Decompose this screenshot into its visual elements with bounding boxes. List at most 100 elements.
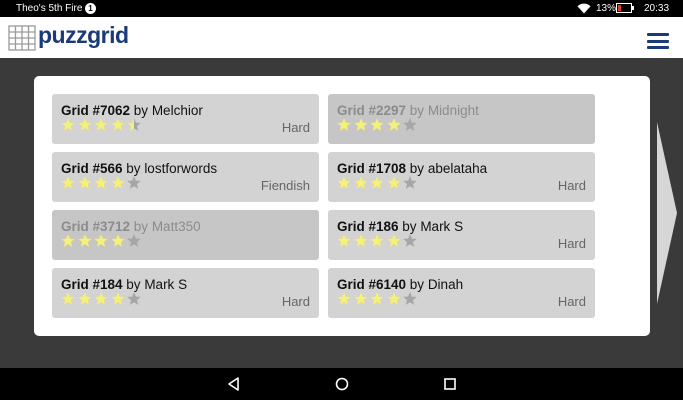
star-rating bbox=[60, 117, 143, 133]
home-icon[interactable] bbox=[334, 376, 350, 392]
star-filled-icon bbox=[94, 292, 108, 305]
grid-title: Grid #1708 by abelataha bbox=[337, 161, 487, 176]
logo-text: puzzgrid bbox=[38, 22, 129, 48]
grid-author: Mark S bbox=[144, 277, 188, 292]
star-filled-icon bbox=[337, 234, 351, 247]
grid-number: Grid #7062 bbox=[61, 103, 131, 118]
star-filled-icon bbox=[370, 292, 384, 305]
status-bar: Theo's 5th Fire 1 13% 20:33 bbox=[0, 0, 683, 17]
star-empty-icon bbox=[403, 118, 417, 131]
grid-by: by bbox=[406, 277, 428, 292]
grid-tile[interactable]: Grid #566 by lostforwords Fiendish bbox=[52, 152, 319, 202]
grid-difficulty: Hard bbox=[557, 178, 586, 193]
star-filled-icon bbox=[61, 118, 75, 131]
star-filled-icon bbox=[77, 176, 92, 189]
star-filled-icon bbox=[370, 176, 384, 189]
grid-author: Melchior bbox=[151, 103, 203, 118]
back-icon[interactable] bbox=[226, 376, 242, 392]
star-empty-icon bbox=[127, 234, 141, 247]
grid-by: by bbox=[130, 219, 152, 234]
grid-number: Grid #566 bbox=[61, 161, 123, 176]
star-filled-icon bbox=[110, 234, 125, 247]
grid-tile[interactable]: Grid #184 by Mark S Hard bbox=[52, 268, 319, 318]
star-empty-icon bbox=[403, 234, 417, 247]
star-rating bbox=[60, 175, 143, 191]
logo-grid-icon bbox=[8, 25, 36, 51]
notification-count-badge: 1 bbox=[85, 3, 96, 14]
clock: 20:33 bbox=[644, 3, 670, 14]
grid-number: Grid #2297 bbox=[337, 103, 407, 118]
grid-author: abelataha bbox=[427, 161, 488, 176]
star-filled-icon bbox=[386, 176, 401, 189]
grid-number: Grid #184 bbox=[61, 277, 123, 292]
star-filled-icon bbox=[61, 176, 75, 189]
grid-author: Dinah bbox=[427, 277, 464, 292]
grid-title: Grid #566 by lostforwords bbox=[61, 161, 217, 176]
star-rating bbox=[60, 233, 143, 249]
grid-difficulty: Hard bbox=[557, 236, 586, 251]
grid-author: Midnight bbox=[427, 103, 479, 118]
app-bar: puzzgrid bbox=[0, 17, 683, 58]
grid-by: by bbox=[130, 103, 152, 118]
star-filled-icon bbox=[386, 234, 401, 247]
grid-tile[interactable]: Grid #6140 by Dinah Hard bbox=[328, 268, 595, 318]
grid-title: Grid #184 by Mark S bbox=[61, 277, 187, 292]
grid-tile[interactable]: Grid #7062 by Melchior Hard bbox=[52, 94, 319, 144]
star-rating bbox=[336, 175, 419, 191]
star-filled-icon bbox=[77, 234, 92, 247]
star-filled-icon bbox=[77, 292, 92, 305]
navigation-bar bbox=[0, 368, 683, 400]
grid-number: Grid #1708 bbox=[337, 161, 407, 176]
grid-tile[interactable]: Grid #3712 by Matt350 bbox=[52, 210, 319, 260]
star-filled-icon bbox=[110, 176, 125, 189]
grid-by: by bbox=[122, 161, 145, 176]
star-rating bbox=[60, 291, 143, 307]
star-filled-icon bbox=[110, 292, 125, 305]
star-filled-icon bbox=[77, 118, 92, 131]
star-empty-icon bbox=[127, 292, 141, 305]
grid-author: Matt350 bbox=[151, 219, 201, 234]
star-filled-icon bbox=[370, 118, 384, 131]
star-filled-icon bbox=[353, 234, 368, 247]
star-filled-icon bbox=[386, 292, 401, 305]
grid-by: by bbox=[398, 219, 421, 234]
star-filled-icon bbox=[370, 234, 384, 247]
wifi-icon bbox=[577, 3, 591, 14]
star-filled-icon bbox=[94, 234, 108, 247]
grid-difficulty: Hard bbox=[557, 294, 586, 309]
star-filled-icon bbox=[110, 118, 125, 131]
star-empty-icon bbox=[127, 176, 141, 189]
grid-author: Mark S bbox=[420, 219, 464, 234]
grid-title: Grid #6140 by Dinah bbox=[337, 277, 463, 292]
grid-number: Grid #6140 bbox=[337, 277, 407, 292]
menu-icon[interactable] bbox=[647, 33, 669, 49]
star-filled-icon bbox=[337, 176, 351, 189]
grid-title: Grid #186 by Mark S bbox=[337, 219, 463, 234]
star-filled-icon bbox=[94, 176, 108, 189]
grid-title: Grid #7062 by Melchior bbox=[61, 103, 203, 118]
star-filled-icon bbox=[61, 234, 75, 247]
grid-by: by bbox=[406, 161, 428, 176]
grid-tile[interactable]: Grid #186 by Mark S Hard bbox=[328, 210, 595, 260]
star-filled-icon bbox=[61, 292, 75, 305]
battery-low-icon bbox=[616, 3, 634, 13]
grid-tile[interactable]: Grid #1708 by abelataha Hard bbox=[328, 152, 595, 202]
grid-title: Grid #3712 by Matt350 bbox=[61, 219, 201, 234]
star-filled-icon bbox=[353, 292, 368, 305]
star-filled-icon bbox=[353, 118, 368, 131]
recents-icon[interactable] bbox=[442, 376, 458, 392]
star-rating bbox=[336, 233, 419, 249]
star-filled-icon bbox=[94, 118, 108, 131]
grid-by: by bbox=[406, 103, 428, 118]
star-filled-icon bbox=[337, 292, 351, 305]
grid-tile[interactable]: Grid #2297 by Midnight bbox=[328, 94, 595, 144]
grid-difficulty: Hard bbox=[281, 120, 310, 135]
grid-number: Grid #3712 bbox=[61, 219, 131, 234]
grid-by: by bbox=[122, 277, 145, 292]
battery-percent: 13% bbox=[596, 3, 617, 14]
grid-number: Grid #186 bbox=[337, 219, 399, 234]
grid-difficulty: Fiendish bbox=[260, 178, 310, 193]
star-filled-icon bbox=[337, 118, 351, 131]
grid-difficulty: Hard bbox=[281, 294, 310, 309]
next-page-arrow-icon[interactable] bbox=[657, 122, 677, 304]
